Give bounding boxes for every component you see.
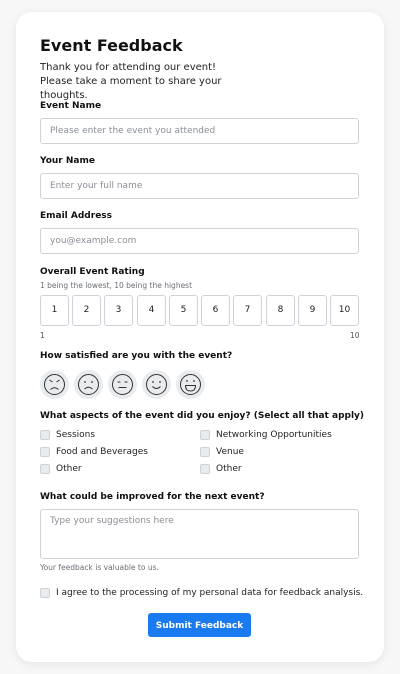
improve-helper: Your feedback is valuable to us. xyxy=(40,563,159,572)
aspects-label: What aspects of the event did you enjoy?… xyxy=(40,411,365,421)
email-label: Email Address xyxy=(40,211,113,221)
improve-textarea[interactable]: Type your suggestions here xyxy=(40,509,359,559)
rating-option-8[interactable]: 8 xyxy=(266,295,295,326)
rating-option-7[interactable]: 7 xyxy=(233,295,262,326)
rating-option-5[interactable]: 5 xyxy=(169,295,198,326)
consent-checkbox[interactable] xyxy=(40,588,50,598)
aspect-venue-label: Venue xyxy=(216,447,244,457)
rating-min-label: 1 xyxy=(40,331,45,340)
big-smile-face-icon[interactable] xyxy=(176,370,205,399)
sad-face-icon[interactable] xyxy=(74,370,103,399)
rating-label: Overall Event Rating xyxy=(40,267,145,277)
rating-option-6[interactable]: 6 xyxy=(201,295,230,326)
submit-button[interactable]: Submit Feedback xyxy=(148,613,251,637)
your-name-input[interactable]: Enter your full name xyxy=(40,173,359,199)
aspect-other-2-label: Other xyxy=(216,464,242,474)
aspect-networking-label: Networking Opportunities xyxy=(216,430,332,440)
aspect-food-label: Food and Beverages xyxy=(56,447,148,457)
email-input[interactable]: you@example.com xyxy=(40,228,359,254)
rating-option-9[interactable]: 9 xyxy=(298,295,327,326)
rating-option-1[interactable]: 1 xyxy=(40,295,69,326)
rating-option-2[interactable]: 2 xyxy=(72,295,101,326)
satisfaction-label: How satisfied are you with the event? xyxy=(40,351,233,361)
aspect-other-2-checkbox[interactable] xyxy=(200,464,210,474)
your-name-label: Your Name xyxy=(40,156,95,166)
event-name-input[interactable]: Please enter the event you attended xyxy=(40,118,359,144)
rating-option-4[interactable]: 4 xyxy=(137,295,166,326)
aspect-sessions-label: Sessions xyxy=(56,430,96,440)
form-title: Event Feedback xyxy=(40,36,183,55)
rating-max-label: 10 xyxy=(350,331,360,340)
rating-helper: 1 being the lowest, 10 being the highest xyxy=(40,281,193,290)
improve-label: What could be improved for the next even… xyxy=(40,492,265,502)
feedback-card: Event Feedback Thank you for attending o… xyxy=(16,12,384,662)
aspect-other-label: Other xyxy=(56,464,82,474)
rating-option-10[interactable]: 10 xyxy=(330,295,359,326)
angry-face-icon[interactable] xyxy=(40,370,69,399)
smile-face-icon[interactable] xyxy=(142,370,171,399)
aspect-other-checkbox[interactable] xyxy=(40,464,50,474)
rating-option-3[interactable]: 3 xyxy=(104,295,133,326)
aspect-food-checkbox[interactable] xyxy=(40,447,50,457)
aspect-networking-checkbox[interactable] xyxy=(200,430,210,440)
aspect-sessions-checkbox[interactable] xyxy=(40,430,50,440)
rating-scale: 1 2 3 4 5 6 7 8 9 10 xyxy=(40,295,360,328)
consent-label: I agree to the processing of my personal… xyxy=(56,588,364,598)
form-intro: Thank you for attending our event! Pleas… xyxy=(40,62,222,101)
aspect-venue-checkbox[interactable] xyxy=(200,447,210,457)
neutral-face-icon[interactable] xyxy=(108,370,137,399)
event-name-label: Event Name xyxy=(40,101,102,111)
